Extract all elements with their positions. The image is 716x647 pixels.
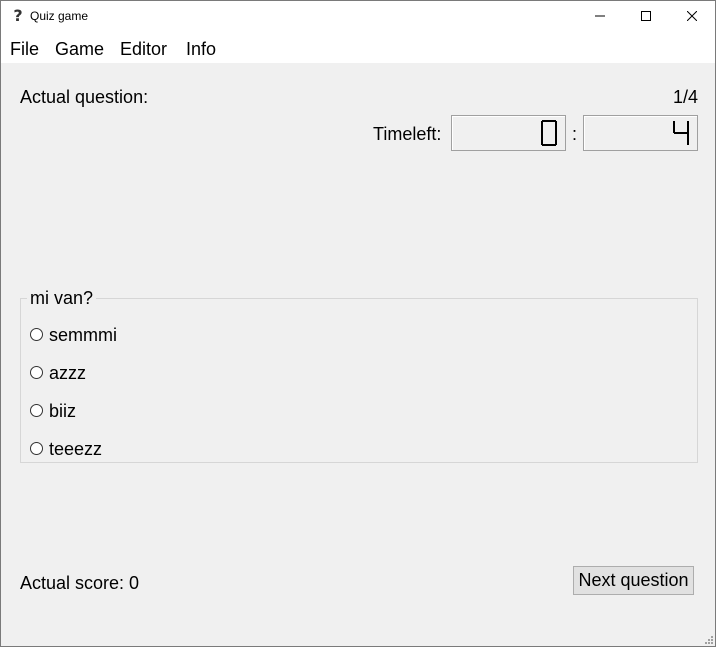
seconds-digit — [673, 121, 689, 145]
radio-button-icon[interactable] — [30, 328, 43, 341]
radio-button-icon[interactable] — [30, 442, 43, 455]
timeleft-label: Timeleft: — [373, 124, 442, 144]
menu-editor[interactable]: Editor — [120, 39, 167, 60]
minutes-display — [451, 115, 566, 151]
score-label: Actual score: 0 — [20, 573, 140, 593]
time-separator: : — [572, 124, 578, 144]
question-counter: 1/4 — [672, 87, 698, 107]
answer-label: teeezz — [49, 439, 103, 459]
answer-label: azzz — [49, 363, 87, 383]
content-area: Actual question: 1/4 Timeleft: : mi van?… — [1, 63, 715, 646]
menu-game[interactable]: Game — [55, 39, 104, 60]
menu-info[interactable]: Info — [186, 39, 216, 60]
radio-button-icon[interactable] — [30, 366, 43, 379]
answer-label: biiz — [49, 401, 77, 421]
seconds-display — [583, 115, 698, 151]
question-mark-icon: ? — [13, 6, 23, 25]
title-bar[interactable]: ? Quiz game — [1, 1, 715, 32]
menu-file[interactable]: File — [10, 39, 39, 60]
window-title: Quiz game — [30, 9, 89, 23]
radio-button-icon[interactable] — [30, 404, 43, 417]
close-icon — [687, 11, 697, 21]
close-button[interactable] — [669, 1, 715, 32]
answers-title: mi van? — [27, 288, 97, 309]
answers-groupbox: mi van? semmmi azzz biiz teeezz — [20, 288, 698, 463]
maximize-button[interactable] — [623, 1, 669, 32]
question-label: Actual question: — [20, 87, 149, 107]
minutes-digit — [541, 120, 557, 146]
menu-bar: File Game Editor Info — [1, 32, 715, 63]
answer-label: semmmi — [49, 325, 117, 345]
minimize-icon — [595, 15, 605, 17]
maximize-icon — [641, 11, 651, 21]
main-window: ? Quiz game File Game Editor Info Actual… — [0, 0, 716, 647]
minimize-button[interactable] — [577, 1, 623, 32]
resize-grip-icon[interactable] — [703, 634, 713, 644]
next-question-button[interactable]: Next question — [573, 566, 694, 595]
